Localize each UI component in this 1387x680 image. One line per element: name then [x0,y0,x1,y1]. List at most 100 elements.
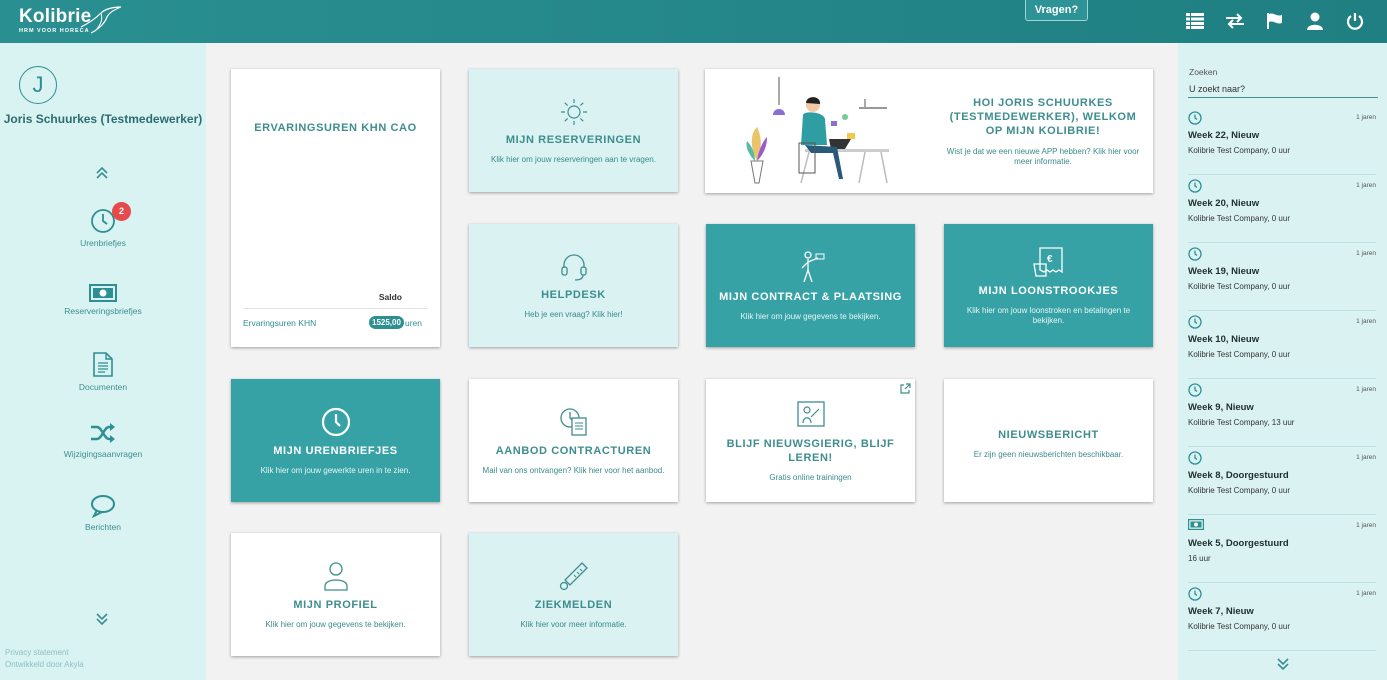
tile-mijn-urenbriefjes[interactable]: MIJN URENBRIEFJES Klik hier om jouw gewe… [231,379,440,502]
welcome-title: HOI JORIS SCHUURKES (TESTMEDEWERKER), WE… [949,97,1137,137]
ervaringsuren-card: ERVARINGSUREN KHN CAO Saldo Ervaringsure… [231,69,440,347]
tile-mijn-loonstrookjes[interactable]: € MIJN LOONSTROOKJES Klik hier om jouw l… [944,224,1153,347]
saldo-header: Saldo [378,292,402,302]
tile-description: Mail van ons ontvangen? Klik hier voor h… [482,465,665,475]
sidebar-item-label: Berichten [85,522,121,532]
activity-feed: 1 jaren Week 22, Nieuw Kolibrie Test Com… [1188,107,1376,651]
tile-description: Klik hier om jouw loonstroken en betalin… [966,305,1131,325]
sidebar-item-wijzigingsaanvragen[interactable]: Wijzigingsaanvragen [0,421,206,459]
sidebar-item-urenbriefjes[interactable]: 2 Urenbriefjes [0,202,206,248]
clock-icon [1188,179,1202,193]
tile-title: MIJN PROFIEL [293,598,378,611]
sidebar-item-berichten[interactable]: Berichten [0,494,206,532]
external-link-icon[interactable] [899,383,911,395]
item-subtitle: Kolibrie Test Company, 13 uur [1188,418,1295,427]
list-item[interactable]: 1 jaren Week 9, Nieuw Kolibrie Test Comp… [1188,379,1376,447]
brand-logo[interactable]: Kolibrie HRM VOOR HORECA [19,6,122,34]
tile-description: Klik hier voor meer informatie. [520,619,627,629]
notification-badge: 2 [112,202,131,221]
item-age: 1 jaren [1356,386,1376,393]
item-subtitle: Kolibrie Test Company, 0 uur [1188,214,1290,223]
tile-description: Er zijn geen nieuwsberichten beschikbaar… [973,449,1124,459]
list-item[interactable]: 1 jaren Week 22, Nieuw Kolibrie Test Com… [1188,107,1376,175]
privacy-statement-link[interactable]: Privacy statement [5,647,84,659]
card-title: ERVARINGSUREN KHN CAO [254,122,417,134]
desk-illustration [746,77,889,184]
swap-icon[interactable] [1215,10,1255,32]
item-subtitle: Kolibrie Test Company, 0 uur [1188,146,1290,155]
tile-title: MIJN RESERVERINGEN [505,133,642,146]
tile-title: MIJN LOONSTROOKJES [978,284,1119,297]
list-item[interactable]: 1 jaren Week 7, Nieuw Kolibrie Test Comp… [1188,583,1376,651]
chevron-down-icon[interactable] [93,610,111,628]
tile-helpdesk[interactable]: HELPDESK Heb je een vraag? Klik hier! [469,224,678,347]
item-title: Week 10, Nieuw [1188,334,1260,345]
list-item[interactable]: 1 jaren Week 10, Nieuw Kolibrie Test Com… [1188,311,1376,379]
tile-description: Klik hier om jouw gegevens te bekijken. [265,619,406,629]
power-icon[interactable] [1335,10,1375,32]
flag-icon[interactable] [1255,10,1295,32]
training-board-icon [796,400,825,427]
list-item[interactable]: 1 jaren Week 19, Nieuw Kolibrie Test Com… [1188,243,1376,311]
list-item[interactable]: 1 jaren Week 5, Doorgestuurd 16 uur [1188,515,1376,583]
sidebar-item-label: Urenbriefjes [80,238,126,248]
hours-unit: uren [405,318,423,328]
tile-title: NIEUWSBERICHT [998,428,1099,441]
list-icon[interactable] [1175,10,1215,32]
activity-panel: Zoeken 1 jaren Week 22, Nieuw Kolibrie T… [1178,43,1387,680]
help-questions-button[interactable]: Vragen? [1025,0,1088,21]
tile-mijn-profiel[interactable]: MIJN PROFIEL Klik hier om jouw gegevens … [231,533,440,656]
tile-description: Klik hier om jouw gewerkte uren in te zi… [260,465,411,475]
item-age: 1 jaren [1356,454,1376,461]
clock-icon [1188,315,1202,329]
clock-icon [1188,111,1202,125]
thermometer-icon [559,561,588,590]
tile-mijn-reserveringen[interactable]: MIJN RESERVERINGEN Klik hier om jouw res… [469,69,678,192]
item-age: 1 jaren [1356,250,1376,257]
welcome-text[interactable]: Wist je dat we een nieuwe APP hebben? Kl… [943,147,1143,167]
list-item[interactable]: 1 jaren Week 8, Doorgestuurd Kolibrie Te… [1188,447,1376,515]
list-item[interactable]: 1 jaren Week 20, Nieuw Kolibrie Test Com… [1188,175,1376,243]
table-row: Ervaringsuren KHN 1525,00 uren [243,308,428,334]
tile-description: Heb je een vraag? Klik hier! [524,309,623,319]
sidebar-item-label: Wijzigingsaanvragen [63,449,143,459]
tile-title: MIJN URENBRIEFJES [273,444,398,457]
tile-nieuwsbericht[interactable]: NIEUWSBERICHT Er zijn geen nieuwsbericht… [944,379,1153,502]
tile-description: Klik hier om jouw reserveringen aan te v… [491,154,656,164]
tile-title: HELPDESK [541,288,606,301]
chevron-down-icon[interactable] [1275,656,1291,672]
item-age: 1 jaren [1356,114,1376,121]
banknote-icon [1188,519,1204,530]
sidebar-item-label: Reserveringsbriefjes [64,306,142,316]
headset-icon [560,253,587,281]
tile-aanbod-contracturen[interactable]: AANBOD CONTRACTUREN Mail van ons ontvang… [469,379,678,502]
sidebar-item-reserveringsbriefjes[interactable]: Reserveringsbriefjes [0,284,206,316]
user-icon[interactable] [1295,10,1335,32]
svg-text:€: € [1047,254,1053,265]
item-title: Week 22, Nieuw [1188,130,1260,141]
tile-title: MIJN CONTRACT & PLAATSING [719,290,902,303]
tile-description: Klik hier om jouw gegevens te bekijken. [740,311,881,321]
item-subtitle: Kolibrie Test Company, 0 uur [1188,350,1290,359]
tile-title: ZIEKMELDEN [534,598,613,611]
avatar[interactable]: J [19,66,57,104]
sidebar-item-documenten[interactable]: Documenten [0,350,206,392]
hummingbird-icon [80,6,122,34]
clock-icon [1188,247,1202,261]
tile-blijf-leren[interactable]: BLIJF NIEUWSGIERIG, BLIJF LEREN! Gratis … [706,379,915,502]
item-subtitle: Kolibrie Test Company, 0 uur [1188,486,1290,495]
left-sidebar: J Joris Schuurkes (Testmedewerker) 2 Ure… [0,43,206,680]
item-subtitle: Kolibrie Test Company, 0 uur [1188,622,1290,631]
tile-mijn-contract[interactable]: MIJN CONTRACT & PLAATSING Klik hier om j… [706,224,915,347]
chat-icon [91,495,115,518]
dashboard-grid: ERVARINGSUREN KHN CAO Saldo Ervaringsure… [206,43,1178,680]
presenter-icon [801,250,824,282]
search-label: Zoeken [1189,67,1218,77]
item-subtitle: 16 uur [1188,554,1211,563]
tile-title: BLIJF NIEUWSGIERIG, BLIJF LEREN! [726,437,895,464]
welcome-card[interactable]: HOI JORIS SCHUURKES (TESTMEDEWERKER), WE… [705,69,1153,193]
sun-icon [560,98,587,125]
search-input[interactable] [1188,80,1378,98]
chevron-up-icon[interactable] [93,164,111,182]
tile-ziekmelden[interactable]: ZIEKMELDEN Klik hier voor meer informati… [469,533,678,656]
